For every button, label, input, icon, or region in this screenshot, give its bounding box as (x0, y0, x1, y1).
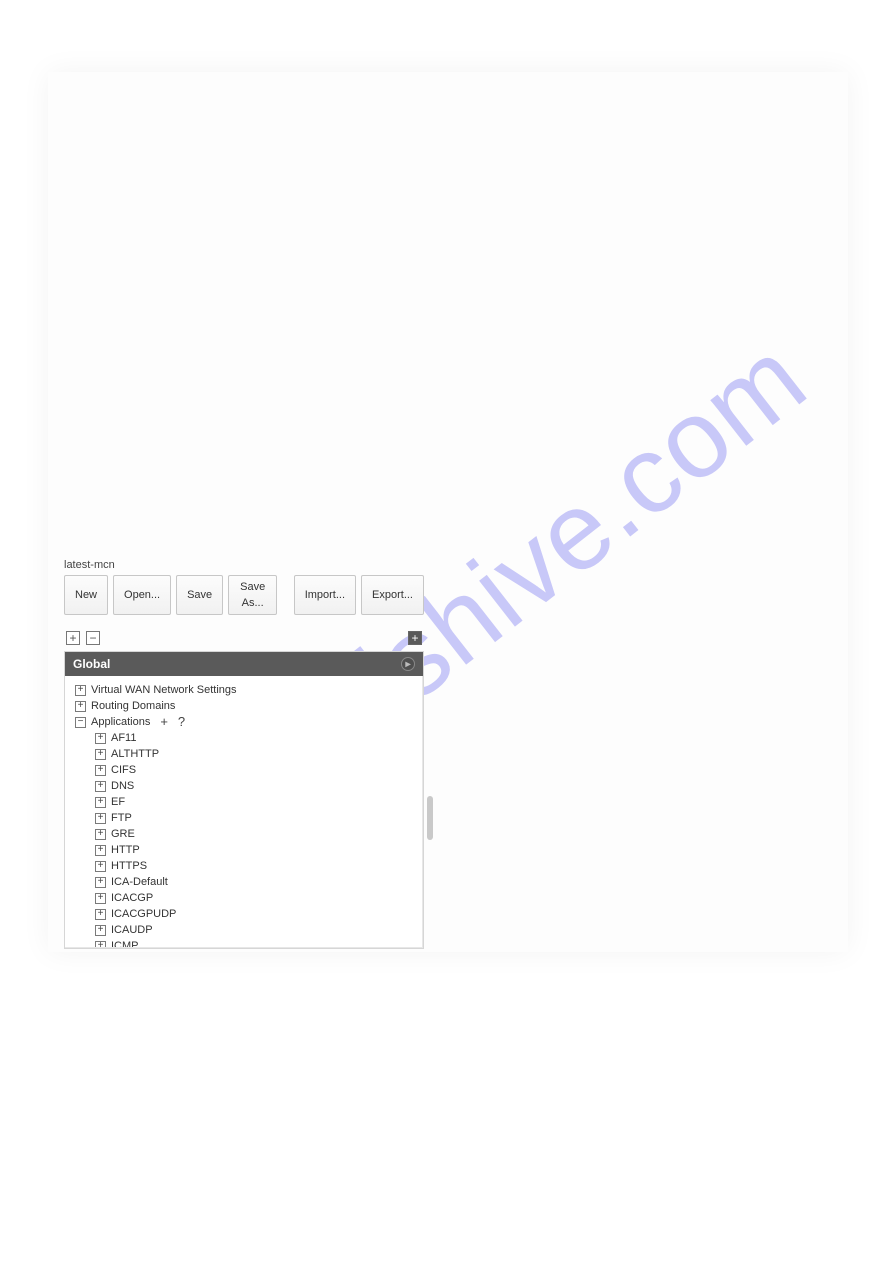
tree-node[interactable]: + HTTP (65, 842, 422, 858)
save-as-button[interactable]: Save As... (228, 575, 277, 615)
expand-all-icon[interactable]: + (66, 631, 80, 645)
new-button[interactable]: New (64, 575, 108, 615)
panel-header-arrow-icon[interactable]: ▸ (401, 657, 415, 671)
tree-node-label: ICMP (111, 938, 139, 948)
global-panel: Global ▸ +Virtual WAN Network Settings+R… (64, 651, 424, 949)
open-button[interactable]: Open... (113, 575, 171, 615)
tree-node-label: HTTP (111, 842, 140, 858)
tree-node[interactable]: + ICAUDP (65, 922, 422, 938)
expand-icon[interactable]: + (95, 781, 106, 792)
tree-node-label: CIFS (111, 762, 136, 778)
expand-icon[interactable]: + (75, 685, 86, 696)
tree-node[interactable]: + ICMP (65, 938, 422, 948)
tree-node-label: ICA-Default (111, 874, 168, 890)
file-name-label: latest-mcn (64, 559, 424, 571)
tree-node-label: GRE (111, 826, 135, 842)
tree-node-label: Routing Domains (91, 698, 175, 714)
tree-node-label: ICAUDP (111, 922, 153, 938)
tree-node[interactable]: + Routing Domains (65, 698, 422, 714)
tree-node-label: EF (111, 794, 125, 810)
tree-node-label: Virtual WAN Network Settings (91, 682, 237, 698)
tree-node[interactable]: + ICA-Default (65, 874, 422, 890)
expand-icon[interactable]: + (95, 733, 106, 744)
export-button[interactable]: Export... (361, 575, 424, 615)
tree-node[interactable]: + HTTPS (65, 858, 422, 874)
tree-node[interactable]: + ICACGP (65, 890, 422, 906)
tree-node[interactable]: + DNS (65, 778, 422, 794)
tree-node[interactable]: + EF (65, 794, 422, 810)
save-button[interactable]: Save (176, 575, 223, 615)
tree-node[interactable]: + ICACGPUDP (65, 906, 422, 922)
collapse-all-icon[interactable]: − (86, 631, 100, 645)
tree-node-label: ICACGP (111, 890, 153, 906)
tree-node-label: DNS (111, 778, 134, 794)
expand-icon[interactable]: + (95, 829, 106, 840)
expand-icon[interactable]: + (95, 749, 106, 760)
tree-node[interactable]: + Virtual WAN Network Settings (65, 682, 422, 698)
import-button[interactable]: Import... (294, 575, 356, 615)
tree-node-label: AF11 (111, 730, 136, 746)
tree-node-label: ICACGPUDP (111, 906, 176, 922)
scrollbar-thumb[interactable] (427, 796, 433, 840)
panel-aux-icon[interactable]: + (408, 631, 422, 645)
expand-icon[interactable]: + (95, 813, 106, 824)
expand-icon[interactable]: + (95, 925, 106, 936)
tree-node-label: ALTHTTP (111, 746, 159, 762)
expand-icon[interactable]: + (95, 893, 106, 904)
tree-node[interactable]: −Applications +? (65, 714, 422, 730)
toolbar: New Open... Save Save As... Import... Ex… (64, 575, 424, 615)
expand-icon[interactable]: + (95, 765, 106, 776)
tree-node-label: FTP (111, 810, 132, 826)
config-editor: latest-mcn New Open... Save Save As... I… (64, 559, 424, 949)
expand-icon[interactable]: + (95, 909, 106, 920)
add-item-icon[interactable]: + (160, 714, 168, 730)
expand-icon[interactable]: + (75, 701, 86, 712)
tree-node[interactable]: + AF11 (65, 730, 422, 746)
panel-header: Global ▸ (65, 652, 423, 676)
tree-view: +Virtual WAN Network Settings+Routing Do… (65, 676, 423, 948)
expand-icon[interactable]: + (95, 861, 106, 872)
expand-icon[interactable]: + (95, 845, 106, 856)
tree-node-label: HTTPS (111, 858, 147, 874)
expand-icon[interactable]: + (95, 877, 106, 888)
help-icon[interactable]: ? (178, 714, 185, 730)
expand-icon[interactable]: + (95, 797, 106, 808)
tree-node[interactable]: + ALTHTTP (65, 746, 422, 762)
panel-top-controls: + − + (64, 631, 424, 645)
expand-icon[interactable]: + (95, 941, 106, 949)
tree-node[interactable]: + FTP (65, 810, 422, 826)
tree-node[interactable]: + GRE (65, 826, 422, 842)
tree-node[interactable]: + CIFS (65, 762, 422, 778)
panel-title: Global (73, 657, 110, 671)
tree-node-label: Applications (91, 714, 150, 730)
collapse-icon[interactable]: − (75, 717, 86, 728)
